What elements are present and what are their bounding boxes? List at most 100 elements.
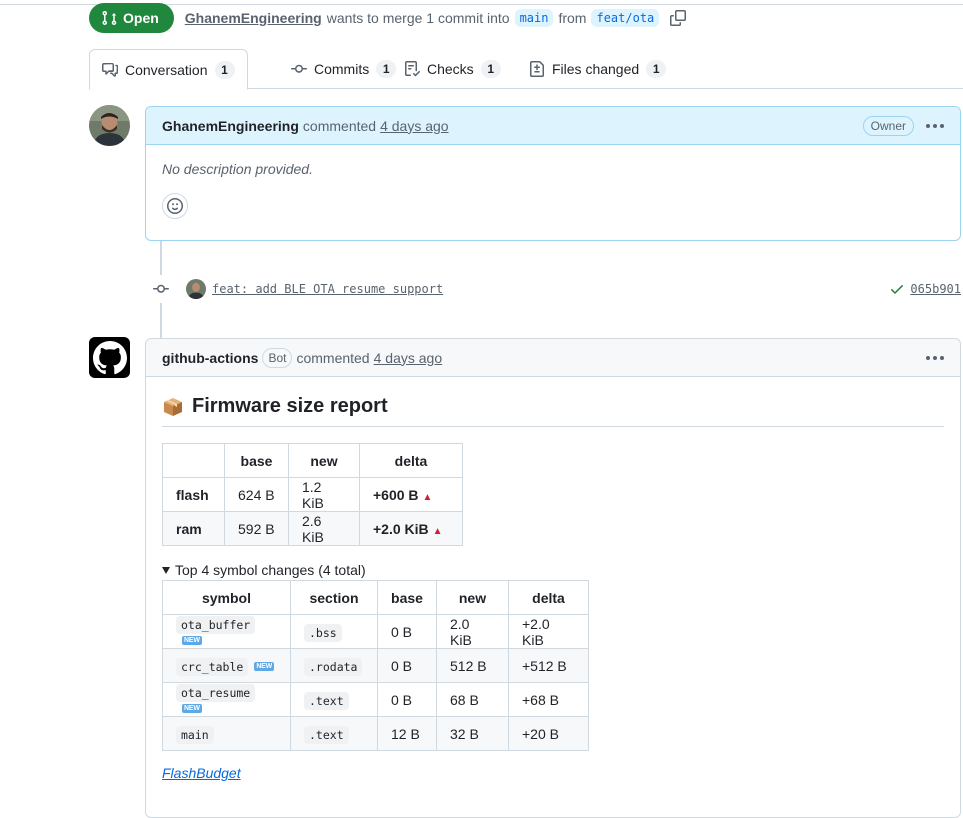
- symbol-base: 0 B: [377, 648, 437, 683]
- comment-action: commented: [302, 117, 377, 134]
- symbol-new: 32 B: [436, 716, 509, 751]
- increase-triangle-icon: ▲: [432, 525, 443, 537]
- timeline-commit: feat: add BLE OTA resume support 065b901: [147, 275, 961, 303]
- section-name: .rodata: [304, 657, 363, 676]
- tab-commits[interactable]: Commits 1: [279, 49, 408, 89]
- check-icon[interactable]: [889, 281, 905, 297]
- section-cell: .bss: [290, 614, 378, 649]
- symbol-cell: ota_buffer NEW: [162, 614, 291, 649]
- conversation-icon: [102, 62, 118, 77]
- symbol-table-header: delta: [508, 580, 589, 615]
- commit-icon: [291, 64, 307, 73]
- symbol-base: 0 B: [377, 682, 437, 717]
- table-row: ota_resume NEW .text 0 B 68 B +68 B: [162, 682, 589, 717]
- symbol-table-header: base: [377, 580, 437, 615]
- copy-icon[interactable]: [670, 10, 687, 26]
- git-pull-request-icon: [102, 10, 117, 26]
- section-cell: .text: [290, 716, 378, 751]
- triangle-down-icon: [162, 566, 170, 574]
- symbol-delta: +68 B: [508, 682, 589, 717]
- comment-author-link[interactable]: GhanemEngineering: [162, 118, 299, 134]
- tab-checks-count: 1: [480, 60, 501, 78]
- flashbudget-link[interactable]: FlashBudget: [162, 765, 241, 781]
- owner-badge: Owner: [862, 115, 914, 136]
- tab-files-changed-count: 1: [646, 60, 667, 78]
- tab-conversation[interactable]: Conversation 1: [89, 49, 248, 90]
- add-reaction-button[interactable]: [162, 193, 188, 219]
- github-logo-icon: [92, 340, 127, 374]
- size-table-header: delta: [359, 443, 463, 478]
- symbol-delta: +2.0 KiB: [508, 614, 589, 649]
- symbol-name: ota_resume: [176, 683, 256, 702]
- comment-timestamp[interactable]: 4 days ago: [374, 350, 443, 366]
- new-emoji-badge: NEW: [182, 704, 202, 714]
- symbol-base: 0 B: [377, 614, 437, 649]
- increase-triangle-icon: ▲: [422, 491, 433, 503]
- symbol-new: 68 B: [436, 682, 509, 717]
- kebab-menu-icon[interactable]: [926, 123, 944, 128]
- size-table-header: new: [288, 443, 360, 478]
- symbol-table-header: symbol: [162, 580, 291, 615]
- bot-badge: Bot: [262, 347, 293, 368]
- symbol-cell: crc_table NEW: [162, 648, 291, 683]
- pr-state-label: Open: [123, 10, 159, 26]
- comment-header: github-actions Bot commented 4 days ago: [146, 339, 960, 377]
- details-summary[interactable]: Top 4 symbol changes (4 total): [162, 562, 944, 578]
- symbol-base: 12 B: [377, 716, 437, 751]
- tab-files-changed[interactable]: Files changed 1: [517, 49, 678, 89]
- symbol-table-header: new: [436, 580, 509, 615]
- symbol-delta: +20 B: [508, 716, 589, 751]
- symbol-name: crc_table: [176, 657, 249, 676]
- symbol-table-header: section: [290, 580, 378, 615]
- base-branch[interactable]: main: [514, 9, 554, 27]
- table-row: flash 624 B 1.2 KiB +600 B ▲: [162, 477, 463, 512]
- size-row-delta: +600 B: [373, 486, 419, 503]
- tab-checks-label: Checks: [427, 61, 474, 77]
- size-row-delta: +2.0 KiB: [373, 520, 429, 537]
- kebab-menu-icon[interactable]: [926, 355, 944, 360]
- comment-author-link[interactable]: github-actions: [162, 350, 258, 366]
- tab-checks[interactable]: Checks 1: [392, 49, 513, 89]
- checklist-icon: [405, 61, 420, 77]
- size-row-delta-cell: +600 B ▲: [359, 477, 463, 512]
- size-row-base: 624 B: [224, 477, 289, 512]
- report-title: Firmware size report: [162, 395, 944, 427]
- timeline-line: [160, 302, 162, 338]
- github-actions-avatar[interactable]: [89, 337, 130, 378]
- avatar[interactable]: [89, 105, 130, 146]
- new-emoji-badge: NEW: [182, 636, 202, 646]
- smiley-icon: [167, 198, 183, 214]
- symbol-cell: ota_resume NEW: [162, 682, 291, 717]
- symbol-table: symbol section base new delta ota_buffer…: [162, 580, 589, 751]
- commit-avatar[interactable]: [186, 279, 206, 299]
- symbol-new: 512 B: [436, 648, 509, 683]
- merge-text: wants to merge 1 commit into: [326, 10, 510, 26]
- pr-tabs: Conversation 1 Commits 1 Checks 1 Files …: [89, 49, 963, 90]
- symbol-name: ota_buffer: [176, 615, 256, 634]
- comment-header: GhanemEngineering commented 4 days ago O…: [146, 107, 960, 145]
- size-row-label: flash: [162, 477, 225, 512]
- new-emoji-badge: NEW: [254, 662, 275, 672]
- section-cell: .text: [290, 682, 378, 717]
- size-row-label: ram: [162, 511, 225, 546]
- size-table-header: [162, 443, 225, 478]
- file-diff-icon: [530, 61, 544, 77]
- symbol-new: 2.0 KiB: [436, 614, 509, 649]
- pr-author-link[interactable]: GhanemEngineering: [185, 10, 322, 26]
- size-row-base: 592 B: [224, 511, 289, 546]
- tab-files-changed-label: Files changed: [552, 61, 640, 77]
- report-title-text: Firmware size report: [192, 395, 388, 417]
- size-table: base new delta flash 624 B 1.2 KiB +600 …: [162, 443, 463, 546]
- table-row: crc_table NEW .rodata 0 B 512 B +512 B: [162, 648, 589, 683]
- commit-sha-link[interactable]: 065b901: [910, 282, 961, 296]
- comment-timestamp[interactable]: 4 days ago: [380, 118, 449, 134]
- table-row: ram 592 B 2.6 KiB +2.0 KiB ▲: [162, 511, 463, 546]
- section-name: .bss: [304, 623, 342, 642]
- section-name: .text: [304, 691, 349, 710]
- timeline-line: [160, 240, 162, 276]
- head-branch[interactable]: feat/ota: [591, 9, 660, 27]
- commit-message-link[interactable]: feat: add BLE OTA resume support: [212, 282, 443, 296]
- section-name: .text: [304, 725, 349, 744]
- section-cell: .rodata: [290, 648, 378, 683]
- from-text: from: [558, 10, 587, 26]
